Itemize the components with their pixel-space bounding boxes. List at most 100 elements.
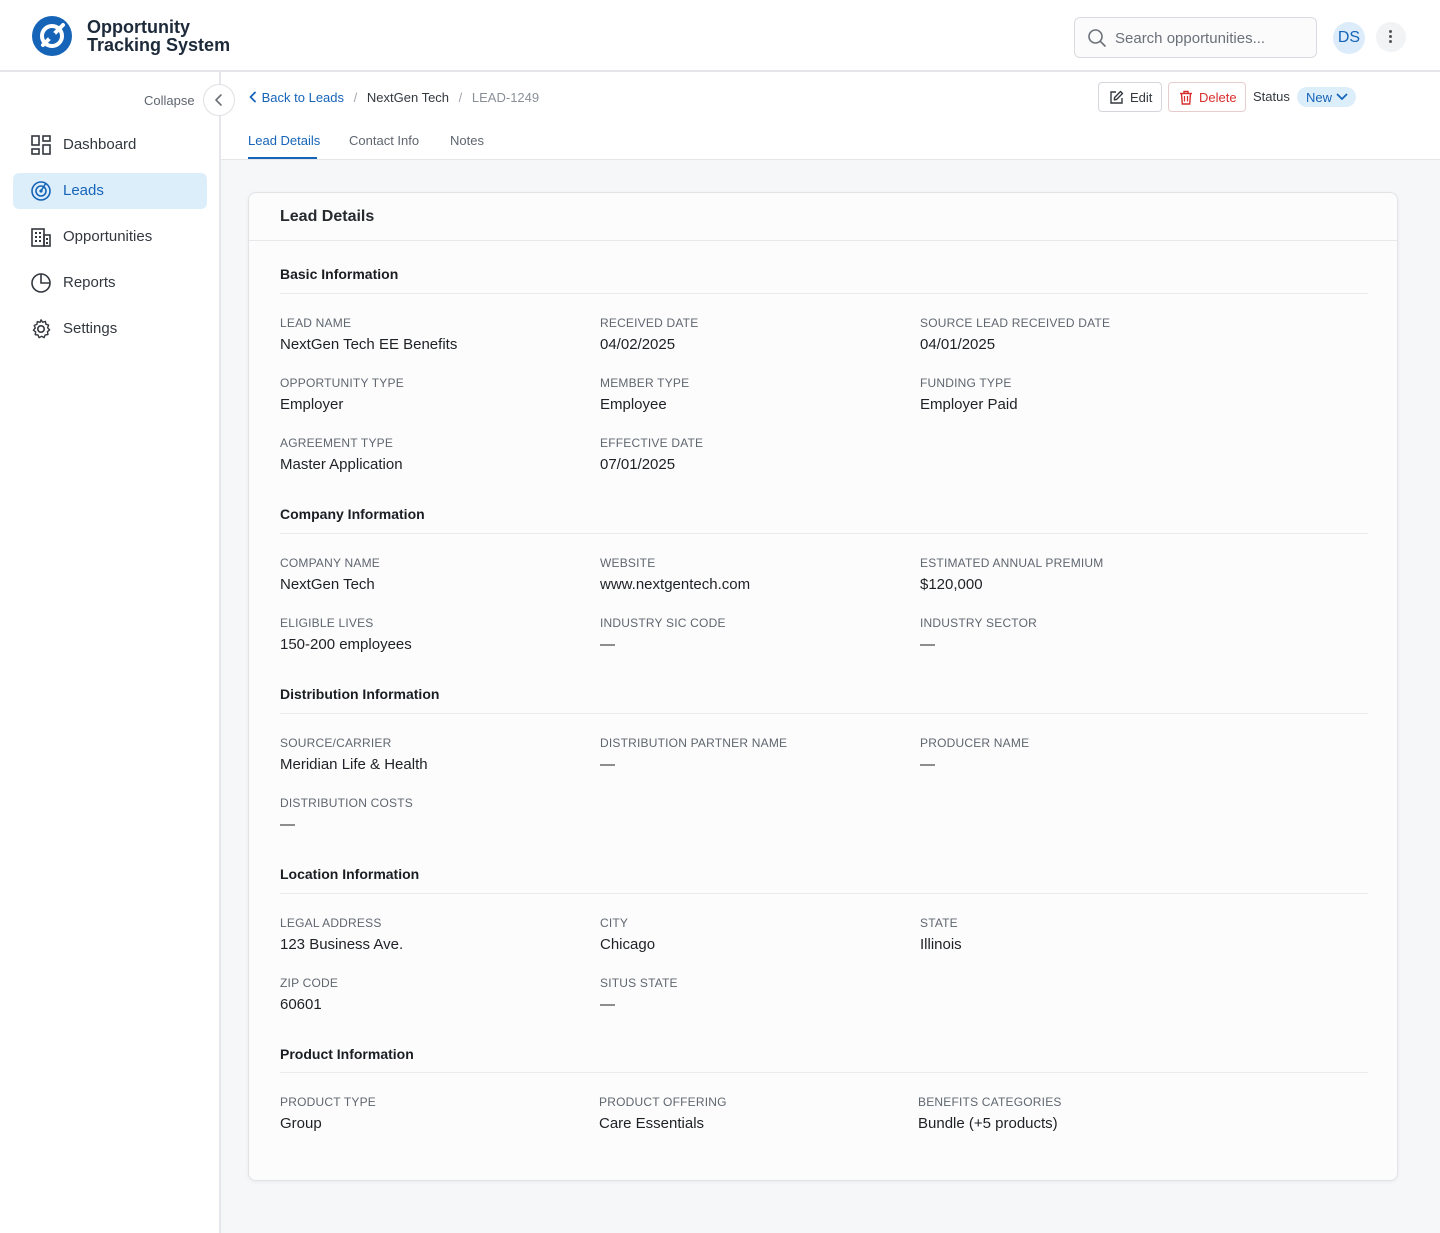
dashboard-icon [31, 135, 51, 155]
field-label: Legal Address [280, 916, 382, 930]
field-value: Master Application [280, 456, 403, 473]
field-label: Estimated Annual Premium [920, 556, 1104, 570]
more-dot-icon [1389, 40, 1392, 43]
field-value: 150-200 employees [280, 636, 412, 653]
field-label: Opportunity Type [280, 376, 404, 390]
lead-details-card: Lead Details Basic Information Lead Name… [248, 192, 1398, 1181]
sidebar-item-dashboard[interactable]: Dashboard [13, 127, 207, 163]
field-label: Producer Name [920, 736, 1030, 750]
field-value: $120,000 [920, 576, 983, 593]
section-title-product: Product Information [280, 1046, 414, 1062]
sidebar-item-reports[interactable]: Reports [13, 265, 207, 301]
field-label: Member Type [600, 376, 690, 390]
field-label: State [920, 916, 958, 930]
field-label: Zip Code [280, 976, 339, 990]
building-icon [31, 228, 51, 247]
delete-button-label: Delete [1199, 90, 1237, 105]
field-value: — [920, 636, 935, 653]
field-label: Product Offering [599, 1095, 727, 1109]
field-value: — [280, 816, 295, 833]
sidebar-item-label: Settings [63, 320, 118, 337]
target-icon [31, 181, 51, 201]
search-input[interactable] [1115, 26, 1311, 50]
more-menu-button[interactable] [1376, 22, 1406, 52]
delete-button[interactable]: Delete [1168, 82, 1246, 112]
app-title-line1: Opportunity [87, 17, 190, 37]
tab-contact-info[interactable]: Contact Info [349, 133, 419, 148]
top-bar: Opportunity Tracking System DS [0, 0, 1440, 72]
tab-notes[interactable]: Notes [450, 133, 484, 148]
field-value: 04/01/2025 [920, 336, 996, 353]
field-value: Employer [280, 396, 344, 413]
search-icon [1088, 29, 1106, 47]
breadcrumb-separator: / [353, 90, 358, 105]
field-value: NextGen Tech EE Benefits [280, 336, 458, 353]
app-title-line2: Tracking System [87, 35, 231, 55]
field-label: Source Lead Received Date [920, 316, 1111, 330]
more-dot-icon [1389, 35, 1392, 38]
edit-button-label: Edit [1130, 90, 1153, 105]
field-value: Employee [600, 396, 667, 413]
user-avatar[interactable]: DS [1333, 22, 1365, 54]
section-title-basic: Basic Information [280, 266, 399, 282]
sidebar-item-opportunities[interactable]: Opportunities [13, 219, 207, 255]
field-value: — [920, 756, 935, 773]
sidebar-item-label: Leads [63, 182, 104, 199]
card-title: Lead Details [280, 208, 375, 225]
tab-lead-details[interactable]: Lead Details [248, 133, 320, 148]
search-box[interactable] [1074, 17, 1317, 58]
field-value: NextGen Tech [280, 576, 375, 593]
field-value: — [600, 636, 615, 653]
field-label: Product Type [280, 1095, 376, 1109]
field-label: Received Date [600, 316, 699, 330]
field-value: — [600, 996, 615, 1013]
status-dropdown[interactable]: New [1297, 87, 1356, 107]
sidebar: Collapse Dashboard Leads Opportunities R… [0, 72, 235, 1233]
field-label: Eligible Lives [280, 616, 374, 630]
collapse-sidebar-button[interactable] [203, 84, 235, 116]
status-label: Status [1253, 89, 1290, 104]
logo-icon [32, 16, 72, 56]
field-value: 60601 [280, 996, 322, 1013]
active-tab-indicator [248, 157, 317, 159]
field-label: Situs State [600, 976, 678, 990]
more-dot-icon [1389, 30, 1392, 33]
status-value: New [1306, 90, 1333, 105]
gear-icon [32, 319, 51, 339]
divider [280, 293, 1368, 294]
field-label: Distribution Partner Name [600, 736, 788, 750]
edit-button[interactable]: Edit [1098, 82, 1162, 112]
sidebar-item-leads[interactable]: Leads [13, 173, 207, 209]
divider [280, 893, 1368, 894]
divider [249, 240, 1397, 241]
field-value: www.nextgentech.com [600, 576, 751, 593]
page-subheader: Back to Leads / NextGen Tech / LEAD-1249… [221, 72, 1440, 160]
section-title-company: Company Information [280, 506, 425, 522]
breadcrumb-separator: / [458, 90, 463, 105]
breadcrumb: Back to Leads / NextGen Tech / LEAD-1249 [248, 90, 539, 105]
section-title-distribution: Distribution Information [280, 686, 440, 702]
field-value: Bundle (+5 products) [918, 1115, 1058, 1132]
field-value: — [600, 756, 615, 773]
field-value: 04/02/2025 [600, 336, 676, 353]
breadcrumb-company[interactable]: NextGen Tech [367, 90, 449, 105]
field-label: Agreement Type [280, 436, 394, 450]
back-to-leads-link[interactable]: Back to Leads [262, 90, 344, 105]
chevron-down-icon [1336, 93, 1348, 100]
collapse-label[interactable]: Collapse [144, 93, 195, 108]
breadcrumb-lead-id: LEAD-1249 [471, 90, 540, 105]
field-label: City [600, 916, 629, 930]
trash-icon [1180, 90, 1192, 105]
pie-chart-icon [31, 273, 51, 293]
chevron-left-icon [215, 94, 222, 106]
field-label: Industry Sector [920, 616, 1038, 630]
edit-icon [1110, 90, 1124, 104]
sidebar-item-settings[interactable]: Settings [13, 311, 207, 347]
field-value: 07/01/2025 [600, 456, 676, 473]
section-title-location: Location Information [280, 866, 420, 882]
app-title: Opportunity Tracking System [87, 18, 230, 54]
field-label: Funding Type [920, 376, 1012, 390]
field-label: Company Name [280, 556, 380, 570]
field-label: Website [600, 556, 656, 570]
field-value: Employer Paid [920, 396, 1018, 413]
